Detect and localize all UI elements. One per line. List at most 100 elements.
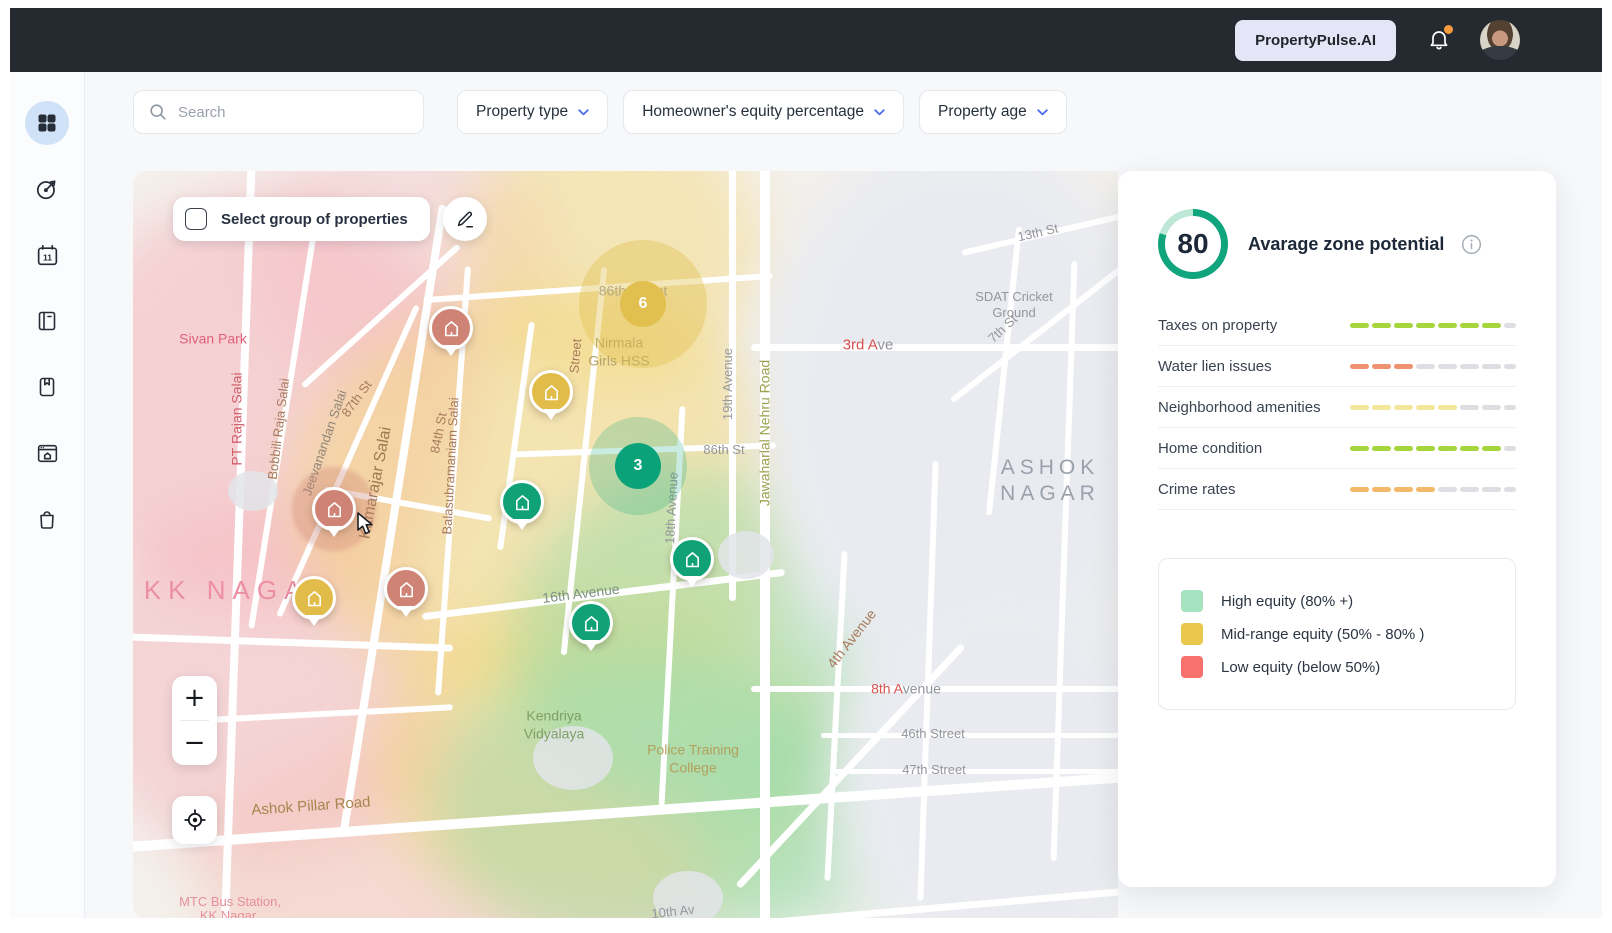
metric-segment: [1416, 363, 1435, 369]
metric-segment: [1372, 486, 1391, 492]
property-pin-green[interactable]: [670, 537, 714, 581]
metric-segment: [1394, 486, 1413, 492]
saved-book-icon: [39, 377, 55, 397]
calendar-day-label: 11: [42, 252, 51, 262]
map-place-label: 19th Avenue: [719, 347, 735, 421]
sidebar-item-calendar[interactable]: 11: [25, 233, 69, 277]
house-icon: [327, 501, 341, 517]
select-group-checkbox[interactable]: [185, 208, 207, 230]
sidebar-item-saved[interactable]: [25, 365, 69, 409]
metric-segment: [1504, 486, 1516, 492]
map-place-label: Jawaharlal Nehru Road: [756, 359, 773, 507]
zoom-in-button[interactable]: +: [172, 676, 217, 720]
metric-segment: [1438, 404, 1457, 410]
notification-dot: [1444, 25, 1453, 34]
info-button[interactable]: [1460, 233, 1483, 256]
legend-row: Mid-range equity (50% - 80% ): [1181, 623, 1493, 645]
metric-segment: [1438, 486, 1457, 492]
workspace: Sivan Park PT Rajan Salai Bobbili Raja Sal…: [133, 171, 1556, 918]
map-canvas[interactable]: Sivan Park PT Rajan Salai Bobbili Raja Sal…: [133, 171, 1118, 918]
crosshair-icon: [183, 809, 206, 831]
street-line: [821, 733, 1118, 738]
street-line: [831, 769, 1118, 774]
metric-segment: [1482, 445, 1501, 451]
filter-dropdown-property-age[interactable]: Property age: [919, 90, 1067, 134]
metric-segment: [1504, 363, 1516, 369]
main-content: Property type Homeowner's equity percenta…: [85, 72, 1602, 918]
map-zoom-control: + −: [172, 676, 217, 765]
metric-segment: [1460, 404, 1479, 410]
score-title: Avarage zone potential: [1248, 233, 1445, 254]
search-icon: [150, 104, 166, 120]
equity-legend: High equity (80% +) Mid-range equity (50%…: [1158, 558, 1516, 710]
map-place-label: 3rd Ave: [843, 337, 894, 356]
metric-segment: [1416, 404, 1435, 410]
map-place-label-part: venue: [902, 680, 941, 697]
property-cluster[interactable]: 6: [620, 281, 666, 327]
brand-button[interactable]: PropertyPulse.AI: [1235, 19, 1396, 61]
metric-segment: [1350, 486, 1369, 492]
property-pin-salmon[interactable]: [312, 487, 356, 531]
metric-segment-bar: [1350, 363, 1516, 369]
sidebar-item-orders[interactable]: [25, 497, 69, 541]
map-place-label: ASHOK NAGAR: [1000, 455, 1100, 505]
metric-segment-bar: [1350, 404, 1516, 410]
search-input[interactable]: [178, 103, 409, 121]
map-place-label-part: ve: [877, 336, 894, 354]
user-avatar[interactable]: [1480, 20, 1520, 60]
legend-label: Mid-range equity (50% - 80% ): [1221, 625, 1425, 643]
metric-segment: [1504, 404, 1516, 410]
metric-segment: [1482, 404, 1501, 410]
metric-segment: [1372, 404, 1391, 410]
edit-selection-button[interactable]: [443, 197, 487, 241]
sidebar-item-properties[interactable]: [25, 431, 69, 475]
metric-segment: [1504, 322, 1516, 328]
zoom-out-button[interactable]: −: [172, 721, 217, 765]
house-icon: [515, 494, 529, 510]
metric-segment: [1416, 322, 1435, 328]
legend-swatch: [1181, 590, 1203, 612]
property-pin-green[interactable]: [500, 480, 544, 524]
property-cluster[interactable]: 3: [615, 443, 661, 489]
app-window: PropertyPulse.AI 11 Search Property type…: [10, 8, 1602, 918]
sidebar-item-goals[interactable]: [25, 167, 69, 211]
house-icon: [685, 551, 699, 567]
score-ring: 80: [1158, 209, 1228, 279]
filter-dropdown-homeowner-s-equity-percentage[interactable]: Homeowner's equity percentage: [623, 90, 904, 134]
property-home-icon: [37, 444, 57, 462]
property-pin-green[interactable]: [569, 601, 613, 645]
metric-segment: [1372, 445, 1391, 451]
chevron-down-icon: [1037, 108, 1048, 115]
property-pin-yellow[interactable]: [292, 576, 336, 620]
chevron-down-icon: [874, 108, 885, 115]
metric-label: Neighborhood amenities: [1158, 398, 1321, 416]
zone-metrics-list: Taxes on property Water lien issues Neighb…: [1158, 305, 1516, 510]
locate-me-button[interactable]: [172, 796, 217, 844]
filter-dropdown-label: Property age: [938, 103, 1027, 120]
notifications-button[interactable]: [1426, 25, 1453, 53]
select-group-control: Select group of properties: [173, 197, 430, 241]
property-pin-salmon[interactable]: [429, 306, 473, 350]
metric-segment: [1416, 486, 1435, 492]
legend-row: High equity (80% +): [1181, 590, 1493, 612]
metric-label: Home condition: [1158, 439, 1263, 457]
score-value: 80: [1177, 228, 1209, 259]
sidebar-item-notes[interactable]: [25, 299, 69, 343]
sidebar-item-dashboard[interactable]: [25, 101, 69, 145]
property-pin-salmon[interactable]: [384, 567, 428, 611]
metric-segment: [1372, 363, 1391, 369]
house-icon: [584, 615, 598, 631]
map-place-label: KK Nagar: [199, 907, 257, 918]
map-place-label: Kendriya Vidyalaya: [523, 707, 585, 742]
info-icon: [1462, 234, 1482, 254]
metric-segment: [1438, 363, 1457, 369]
metric-segment: [1350, 445, 1369, 451]
map-place-label: PT Rajan Salai: [228, 372, 245, 466]
map-place-label-part: 3rd A: [842, 336, 878, 354]
goal-target-icon: [36, 180, 56, 200]
house-icon: [307, 590, 321, 606]
property-pin-yellow[interactable]: [529, 370, 573, 414]
filter-dropdown-property-type[interactable]: Property type: [457, 90, 609, 134]
map-place-label-part: 8th A: [871, 680, 903, 697]
legend-label: High equity (80% +): [1221, 592, 1354, 610]
